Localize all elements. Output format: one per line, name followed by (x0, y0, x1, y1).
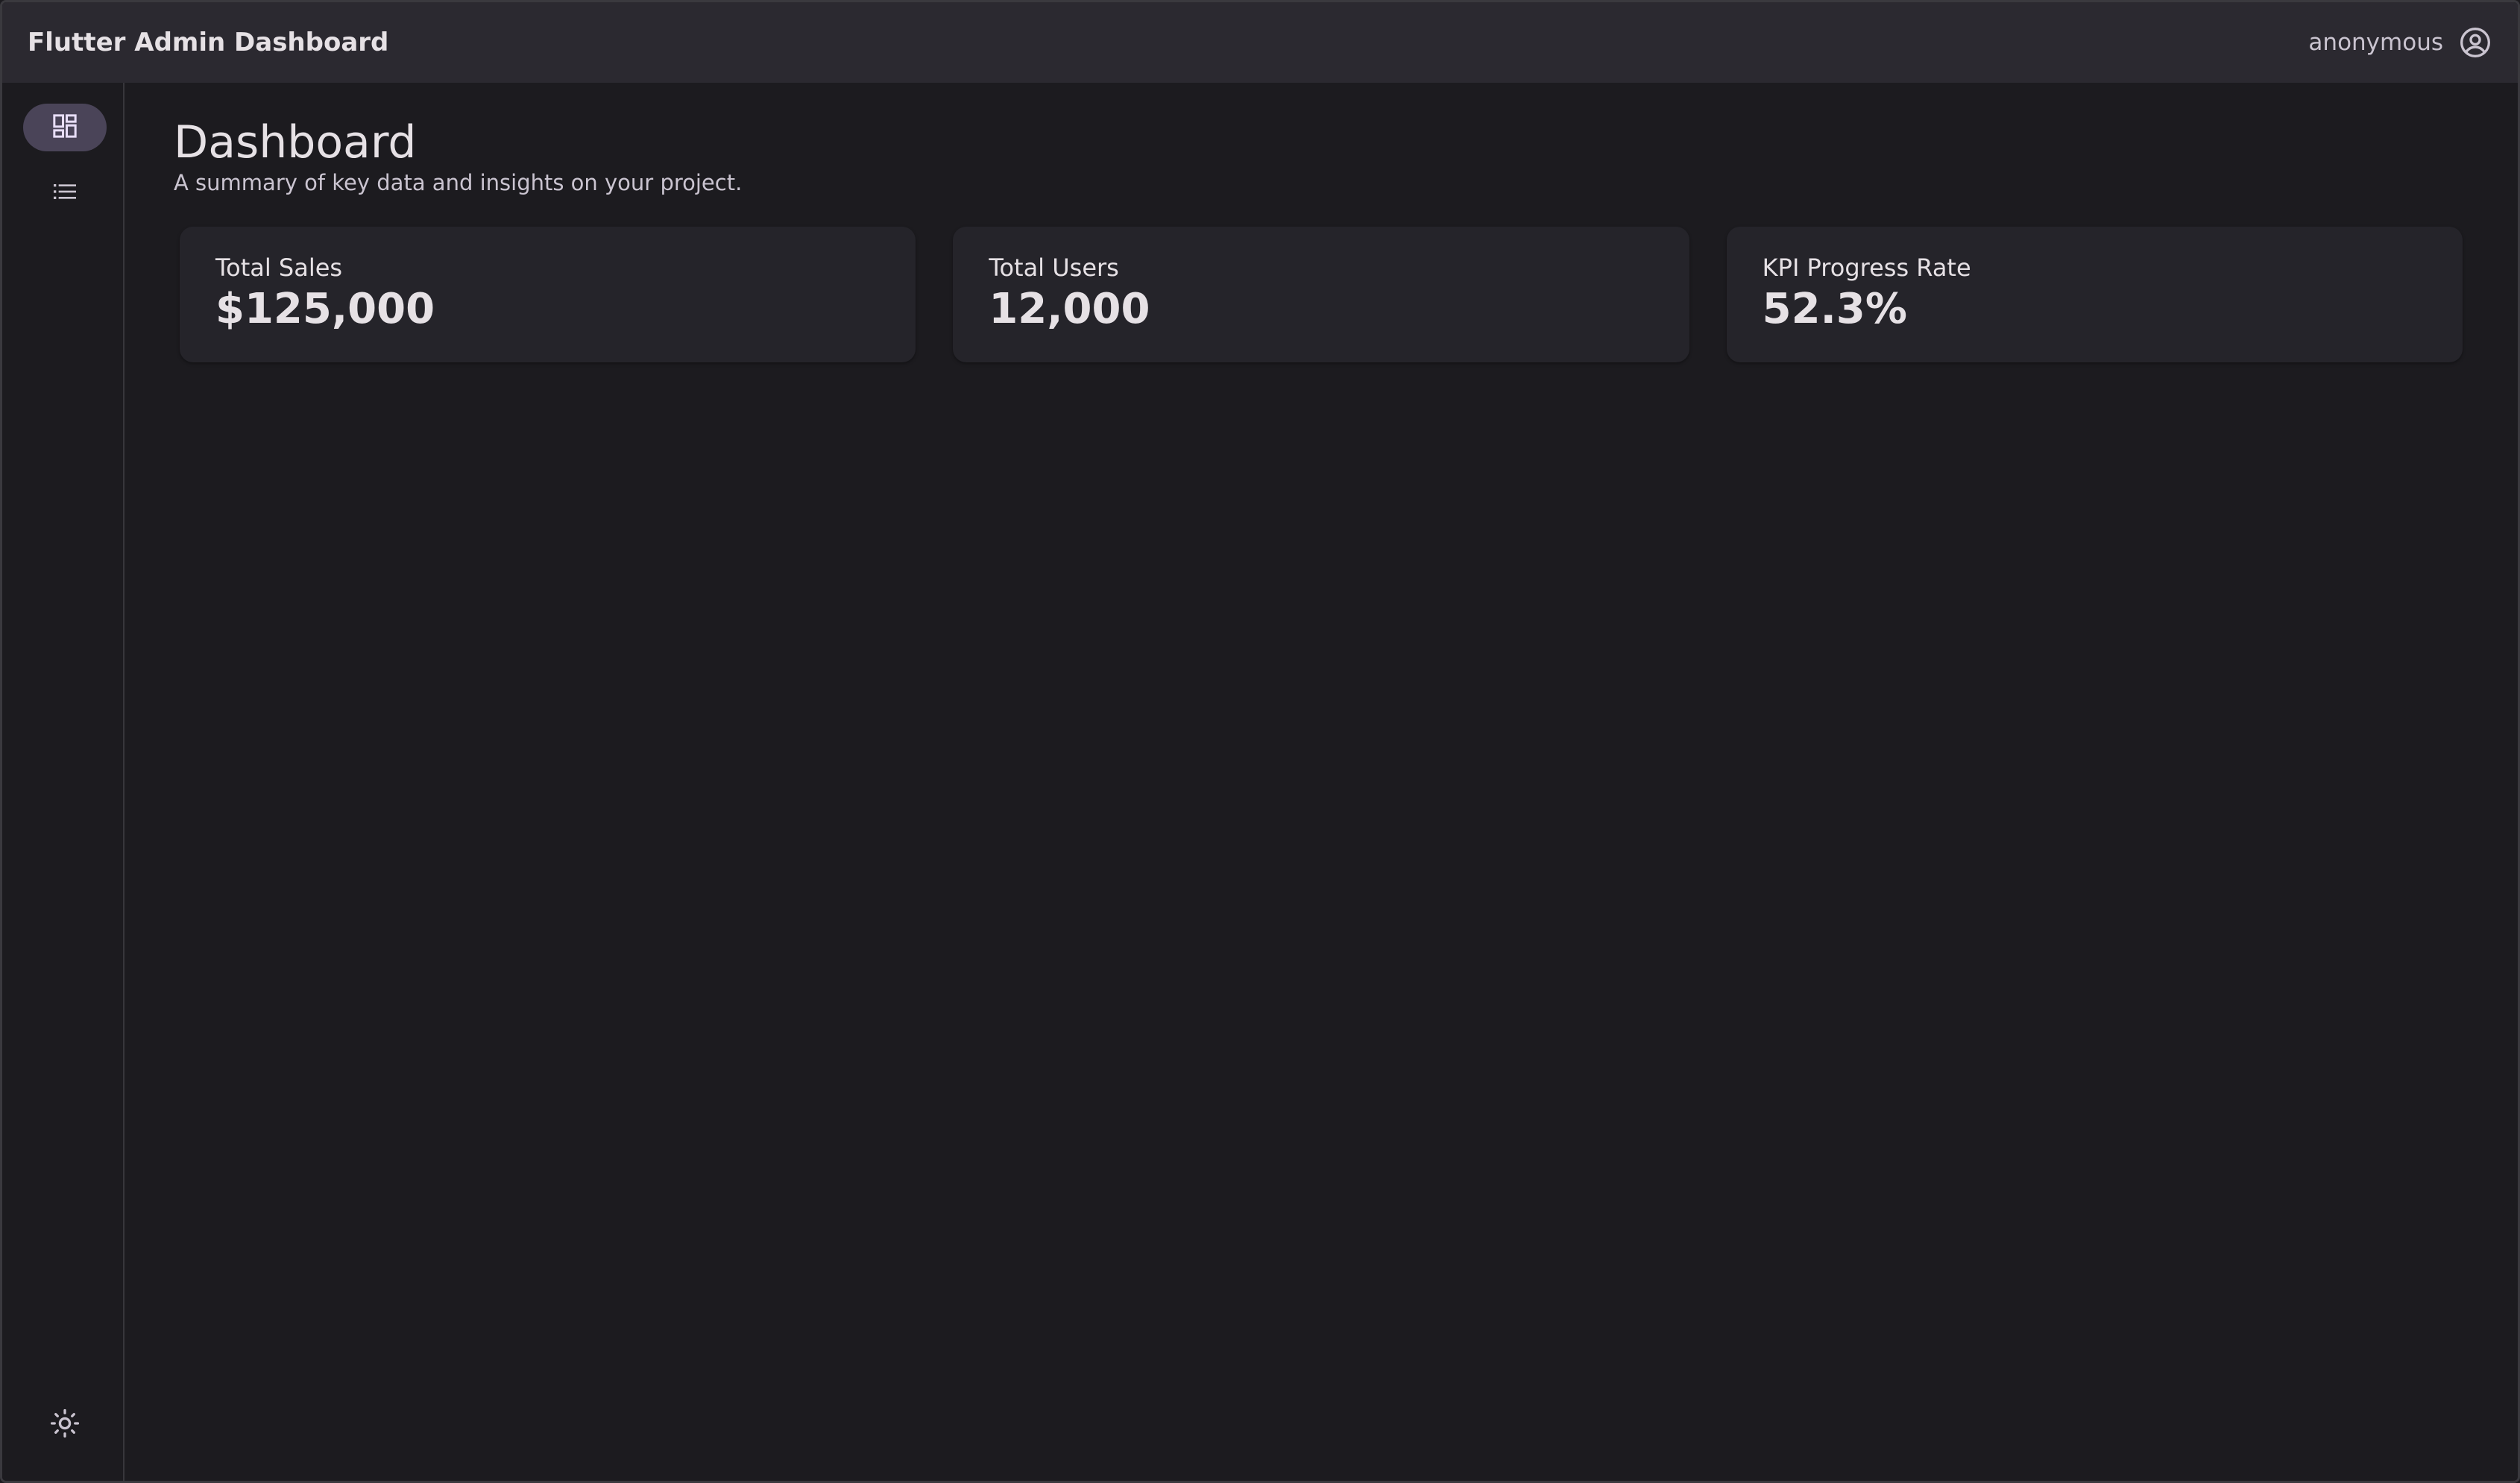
main-content: Dashboard A summary of key data and insi… (125, 83, 2518, 1481)
rail-item-dashboard[interactable] (23, 104, 107, 151)
page-subtitle: A summary of key data and insights on yo… (174, 170, 743, 195)
app-bar: Flutter Admin Dashboard anonymous (2, 2, 2518, 83)
theme-toggle-button[interactable] (23, 1401, 107, 1449)
card-kpi-progress-rate: KPI Progress Rate 52.3% (1726, 227, 2463, 362)
user-area[interactable]: anonymous (2308, 25, 2492, 60)
account-circle-icon[interactable] (2458, 25, 2492, 60)
app-title: Flutter Admin Dashboard (28, 28, 389, 57)
page-title: Dashboard (174, 116, 417, 169)
card-value: $125,000 (215, 285, 435, 333)
dashboard-icon (50, 111, 80, 144)
card-label: KPI Progress Rate (1762, 254, 1971, 282)
app-window: Flutter Admin Dashboard anonymous Dashbo… (0, 0, 2520, 1483)
card-total-sales: Total Sales $125,000 (180, 227, 916, 362)
summary-cards: Total Sales $125,000 Total Users 12,000 … (174, 227, 2469, 362)
light-mode-icon (48, 1407, 81, 1443)
list-icon (50, 177, 80, 210)
card-label: Total Sales (215, 254, 343, 282)
rail-item-list[interactable] (23, 169, 107, 217)
username: anonymous (2308, 29, 2443, 56)
card-value: 12,000 (989, 285, 1150, 333)
card-value: 52.3% (1762, 285, 1907, 333)
card-total-users: Total Users 12,000 (953, 227, 1689, 362)
card-label: Total Users (989, 254, 1119, 282)
navigation-rail (2, 83, 125, 1481)
